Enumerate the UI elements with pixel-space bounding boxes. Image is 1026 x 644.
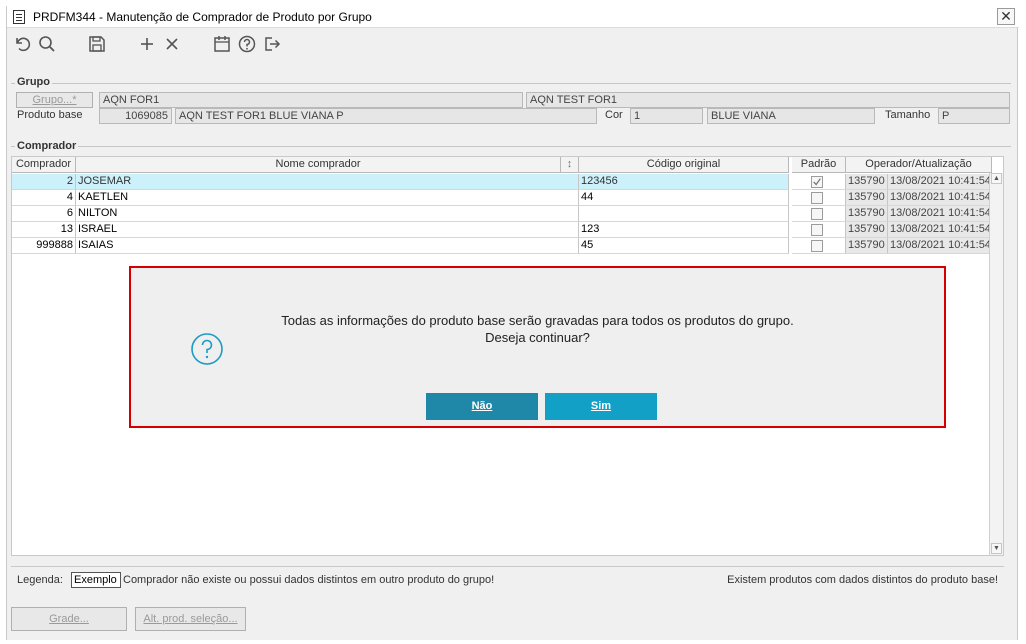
delete-icon[interactable] xyxy=(162,34,182,54)
save-icon[interactable] xyxy=(87,34,107,54)
grupo-button-label: Grupo...* xyxy=(32,94,77,106)
dialog-message-line2: Deseja continuar? xyxy=(485,330,590,345)
grade-button[interactable]: Grade... xyxy=(11,607,127,631)
cell-atualizacao[interactable]: 13/08/2021 10:41:54 xyxy=(888,206,992,222)
help-icon[interactable] xyxy=(237,34,257,54)
exit-icon[interactable] xyxy=(262,34,282,54)
calendar-icon[interactable] xyxy=(212,34,232,54)
cell-codigo[interactable]: 45 xyxy=(579,238,789,254)
cell-codigo[interactable] xyxy=(579,206,789,222)
produto-base-desc-field[interactable]: AQN TEST FOR1 BLUE VIANA P xyxy=(175,108,597,124)
cell-nome[interactable]: KAETLEN xyxy=(76,190,579,206)
cell-codigo[interactable]: 123456 xyxy=(579,174,789,190)
scroll-up-icon[interactable]: ▲ xyxy=(991,173,1002,184)
search-icon[interactable] xyxy=(37,34,57,54)
title-bar: PRDFM344 - Manutenção de Comprador de Pr… xyxy=(7,6,1019,28)
tamanho-field[interactable]: P xyxy=(938,108,1010,124)
cell-nome[interactable]: ISRAEL xyxy=(76,222,579,238)
cell-operador[interactable]: 135790 xyxy=(846,222,888,238)
column-header-codigo[interactable]: Código original xyxy=(579,157,789,173)
cell-comprador[interactable]: 999888 xyxy=(12,238,76,254)
column-header-nome[interactable]: Nome comprador xyxy=(76,157,561,173)
cor-label: Cor xyxy=(605,109,623,121)
legend-right-text: Existem produtos com dados distintos do … xyxy=(727,574,998,586)
window-title: PRDFM344 - Manutenção de Comprador de Pr… xyxy=(33,10,372,24)
undo-icon[interactable] xyxy=(12,34,32,54)
grupo-button[interactable]: Grupo...* xyxy=(16,92,93,108)
legend-text: Comprador não existe ou possui dados dis… xyxy=(123,574,495,586)
dialog-message: Todas as informações do produto base ser… xyxy=(131,312,944,346)
cell-atualizacao[interactable]: 13/08/2021 10:41:54 xyxy=(888,238,992,254)
legend-label: Legenda: xyxy=(17,574,63,586)
cell-atualizacao[interactable]: 13/08/2021 10:41:54 xyxy=(888,222,992,238)
cell-nome[interactable]: JOSEMAR xyxy=(76,174,579,190)
grupo-title: Grupo xyxy=(15,76,52,88)
add-icon[interactable] xyxy=(137,34,157,54)
produto-base-code-field[interactable]: 1069085 xyxy=(99,108,172,124)
column-header-padrao[interactable]: Padrão xyxy=(792,157,846,173)
scroll-down-icon[interactable]: ▼ xyxy=(991,543,1002,554)
cell-atualizacao[interactable]: 13/08/2021 10:41:54 xyxy=(888,174,992,190)
document-icon xyxy=(13,10,25,24)
alt-prod-selecao-button[interactable]: Alt. prod. seleção... xyxy=(135,607,246,631)
cell-operador[interactable]: 135790 xyxy=(846,190,888,206)
legend-bar: Legenda: Exemplo Comprador não existe ou… xyxy=(11,566,1004,594)
yes-button[interactable]: Sim xyxy=(545,393,657,420)
comprador-title: Comprador xyxy=(15,140,79,152)
cell-nome[interactable]: NILTON xyxy=(76,206,579,222)
dialog-message-line1: Todas as informações do produto base ser… xyxy=(281,313,794,328)
cell-operador[interactable]: 135790 xyxy=(846,174,888,190)
cell-atualizacao[interactable]: 13/08/2021 10:41:54 xyxy=(888,190,992,206)
padrao-checkbox[interactable] xyxy=(811,224,823,236)
cor-code-field[interactable]: 1 xyxy=(630,108,703,124)
padrao-checkbox[interactable] xyxy=(811,176,823,188)
cell-comprador[interactable]: 13 xyxy=(12,222,76,238)
tamanho-label: Tamanho xyxy=(885,109,931,121)
cell-comprador[interactable]: 6 xyxy=(12,206,76,222)
no-button[interactable]: Não xyxy=(426,393,538,420)
grupo-desc-field[interactable]: AQN TEST FOR1 xyxy=(526,92,1010,108)
cell-operador[interactable]: 135790 xyxy=(846,238,888,254)
check-icon xyxy=(813,178,821,186)
cell-comprador[interactable]: 2 xyxy=(12,174,76,190)
cell-operador[interactable]: 135790 xyxy=(846,206,888,222)
toolbar xyxy=(7,32,1019,58)
column-header-operador[interactable]: Operador/Atualização xyxy=(846,157,992,173)
cell-codigo[interactable]: 44 xyxy=(579,190,789,206)
grade-button-label: Grade... xyxy=(49,613,89,625)
comprador-groupbox xyxy=(11,146,1011,148)
produto-base-label: Produto base xyxy=(17,109,83,121)
vertical-scrollbar[interactable]: ▲ ▼ xyxy=(989,173,1003,555)
cell-nome[interactable]: ISAIAS xyxy=(76,238,579,254)
padrao-checkbox[interactable] xyxy=(811,240,823,252)
cor-desc-field[interactable]: BLUE VIANA xyxy=(707,108,875,124)
confirm-dialog: Todas as informações do produto base ser… xyxy=(129,266,946,428)
padrao-checkbox[interactable] xyxy=(811,192,823,204)
grupo-code-field[interactable]: AQN FOR1 xyxy=(99,92,523,108)
legend-example: Exemplo xyxy=(71,572,121,588)
padrao-checkbox[interactable] xyxy=(811,208,823,220)
alt-prod-selecao-label: Alt. prod. seleção... xyxy=(143,613,238,625)
column-header-comprador[interactable]: Comprador xyxy=(12,157,76,173)
close-button[interactable]: ✕ xyxy=(997,8,1015,25)
cell-codigo[interactable]: 123 xyxy=(579,222,789,238)
sort-icon[interactable]: ↕ xyxy=(561,157,579,173)
cell-comprador[interactable]: 4 xyxy=(12,190,76,206)
